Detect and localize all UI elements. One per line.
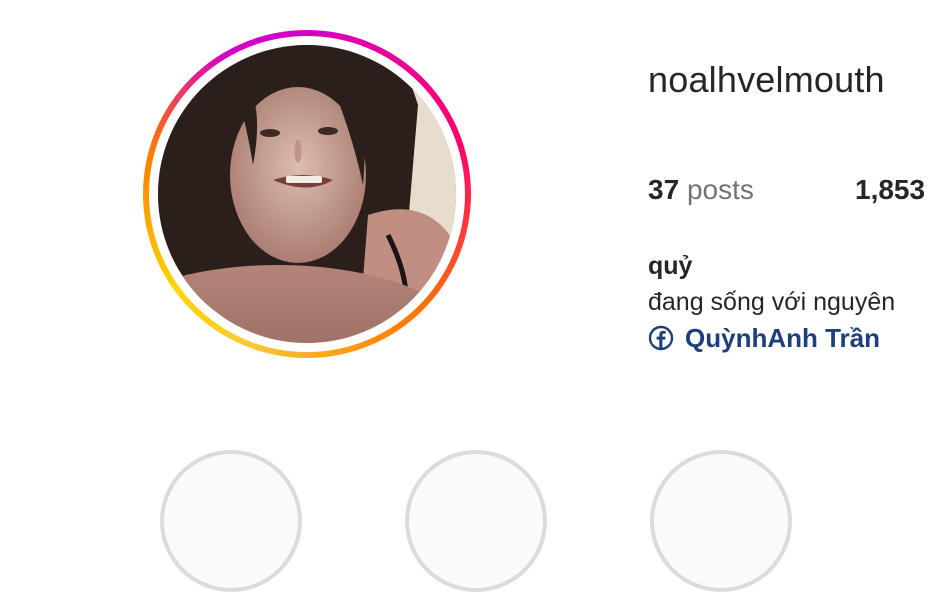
- followers-count[interactable]: 1,853: [855, 174, 925, 205]
- bio-text: đang sống với nguyên: [648, 288, 896, 316]
- posts-count: 37: [648, 174, 680, 205]
- profile-username: noalhvelmouth: [648, 59, 885, 100]
- avatar-photo-graphic: [158, 45, 456, 343]
- story-highlight[interactable]: [650, 450, 792, 592]
- posts-label: posts: [686, 174, 754, 205]
- profile-avatar-story-ring[interactable]: [143, 30, 471, 358]
- facebook-icon: [648, 325, 674, 351]
- posts-count-stat: 37 posts: [648, 172, 754, 208]
- facebook-link-label[interactable]: QuỳnhAnh Trần: [685, 322, 880, 354]
- profile-avatar[interactable]: [158, 45, 456, 343]
- bio-full-name: quỷ: [648, 252, 693, 280]
- facebook-profile-link[interactable]: QuỳnhAnh Trần: [648, 322, 880, 354]
- story-highlight[interactable]: [160, 450, 302, 592]
- story-highlight[interactable]: [405, 450, 547, 592]
- followers-count-stat[interactable]: 1,853: [855, 172, 925, 208]
